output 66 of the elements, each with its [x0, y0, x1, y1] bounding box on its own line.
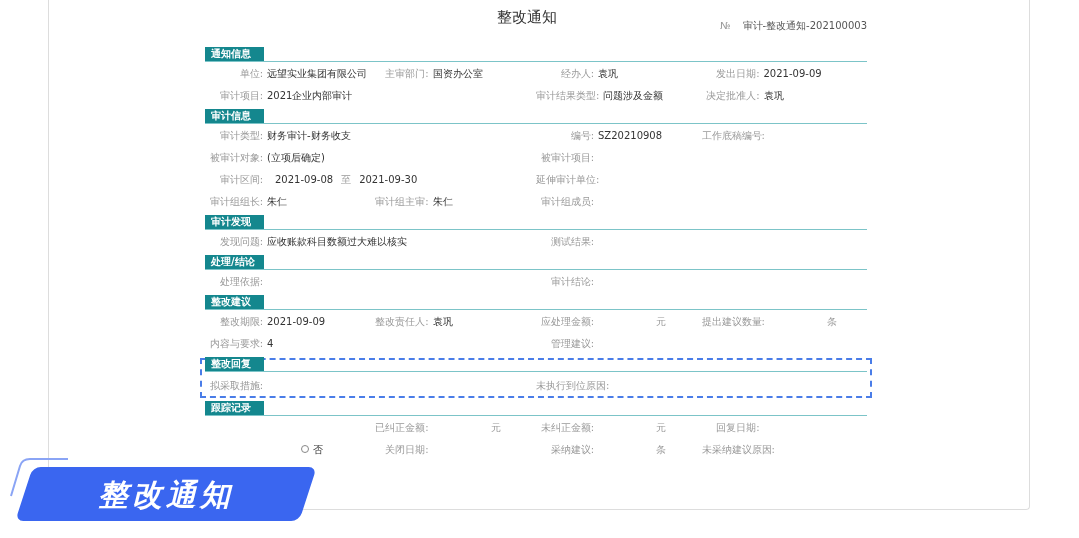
field-label: 单位: [238, 66, 263, 81]
field-label: 被审计项目: [539, 150, 594, 165]
field-label: 整改期限: [218, 314, 263, 329]
field-value: 朱仁 [267, 194, 287, 209]
document-number: 审计-整改通知-202100003 [742, 19, 867, 33]
banner: 整改通知 [15, 467, 317, 521]
field-label: 审计结论: [549, 274, 594, 289]
range-separator: 至 [341, 172, 352, 187]
field-label: 测试结果: [549, 234, 594, 249]
field-label: 处理依据: [218, 274, 263, 289]
field-value: 2021-09-08 [275, 172, 334, 187]
field-value: 袁巩 [432, 314, 453, 329]
field-label: 提出建议数量: [701, 314, 765, 329]
field-label: 审计结果类型: [536, 88, 600, 103]
field-label: 延伸审计单位: [536, 172, 600, 187]
field-value: 财务审计-财务收支 [267, 128, 351, 143]
unit-label: 条 [656, 442, 666, 457]
field-label: 编号: [569, 128, 594, 143]
unit-label: 元 [656, 420, 666, 435]
field-label: 审计组组长: [208, 194, 263, 209]
field-label: 审计项目: [218, 88, 263, 103]
field-label: 决定批准人: [705, 88, 760, 103]
field-label: 未纠正金额: [539, 420, 594, 435]
field-label: 关闭日期: [384, 442, 429, 457]
field-label: 应处理金额: [539, 314, 594, 329]
field-value: 4 [267, 336, 274, 351]
radio-button[interactable] [300, 445, 309, 453]
field-value: 国资办公室 [432, 66, 483, 81]
field-label: 拟采取措施: [208, 378, 263, 393]
unit-label: 元 [490, 420, 501, 435]
field-label: 主审部门: [384, 66, 429, 81]
field-label: 审计组主审: [374, 194, 429, 209]
field-label: 被审计对象: [208, 150, 263, 165]
field-value: 袁巩 [763, 88, 784, 103]
field-label: 发现问题: [218, 234, 263, 249]
field-value: 问题涉及金额 [603, 88, 664, 103]
unit-label: 条 [826, 314, 837, 329]
field-value: 2021-09-09 [763, 66, 822, 81]
field-label: 采纳建议: [549, 442, 594, 457]
field-value: 朱仁 [432, 194, 453, 209]
field-label: 未采纳建议原因: [701, 442, 775, 457]
field-value: 2021企业内部审计 [267, 88, 353, 103]
field-label: 工作底稿编号: [701, 128, 765, 143]
field-label: 审计类型: [218, 128, 263, 143]
field-label: 审计组成员: [539, 194, 594, 209]
field-value: 应收账款科目数额过大难以核实 [267, 234, 407, 249]
number-label: № [720, 19, 731, 33]
field-label: 已纠正金额: [374, 420, 429, 435]
field-value: 2021-09-09 [267, 314, 326, 329]
field-label: 管理建议: [549, 336, 594, 351]
field-label: 审计区间: [218, 172, 263, 187]
field-value: (立项后确定) [267, 150, 325, 165]
unit-label: 元 [656, 314, 666, 329]
field-label: 经办人: [559, 66, 594, 81]
field-label: 回复日期: [715, 420, 760, 435]
radio-label: 否 [312, 442, 323, 457]
document-title: 整改通知 [497, 7, 557, 28]
field-label: 未执行到位原因: [536, 378, 610, 393]
field-label: 内容与要求: [208, 336, 263, 351]
field-value: 袁巩 [598, 66, 618, 81]
field-label: 发出日期: [715, 66, 760, 81]
field-value: 远望实业集团有限公司 [267, 66, 367, 81]
field-label: 整改责任人: [374, 314, 429, 329]
field-value: 2021-09-30 [359, 172, 418, 187]
banner-outline-drawing [10, 458, 70, 498]
field-value: SZ20210908 [598, 128, 663, 143]
